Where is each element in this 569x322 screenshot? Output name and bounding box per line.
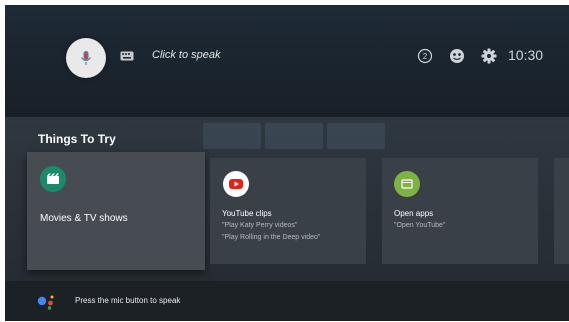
card-example: "Play Katy Perry videos": [222, 222, 298, 229]
keyboard-icon[interactable]: [120, 51, 134, 61]
hint-bar: Press the mic button to speak: [5, 281, 569, 321]
background-row: [203, 123, 385, 153]
card-movies-tv[interactable]: Movies & TV shows: [27, 152, 205, 270]
google-assistant-icon: [37, 295, 54, 310]
speak-prompt[interactable]: Click to speak: [152, 49, 220, 61]
card-open-apps[interactable]: Open apps "Open YouTube": [382, 158, 538, 264]
help-icon[interactable]: 2: [417, 48, 433, 64]
clock: 10:30: [508, 47, 544, 63]
tv-screen: Click to speak 2 10:30 Things To Try Mov…: [5, 5, 569, 321]
search-bar: Click to speak 2 10:30: [5, 5, 569, 117]
settings-icon[interactable]: [481, 48, 497, 64]
account-icon[interactable]: [449, 48, 465, 64]
card-example: "Open YouTube": [394, 222, 446, 229]
movie-icon: [40, 166, 66, 192]
card-title: Open apps: [394, 209, 434, 218]
card-youtube-clips[interactable]: YouTube clips "Play Katy Perry videos" "…: [210, 158, 366, 264]
card-title: YouTube clips: [222, 209, 272, 218]
mic-icon: [81, 51, 91, 65]
mic-hint: Press the mic button to speak: [75, 296, 181, 305]
section-title: Things To Try: [38, 132, 116, 146]
card-partial[interactable]: [554, 158, 569, 264]
youtube-icon: [223, 171, 249, 197]
mic-button[interactable]: [66, 38, 106, 78]
apps-icon: [394, 171, 420, 197]
card-example: "Play Rolling in the Deep video": [222, 234, 321, 241]
card-title: Movies & TV shows: [40, 213, 128, 224]
svg-text:2: 2: [423, 52, 428, 61]
